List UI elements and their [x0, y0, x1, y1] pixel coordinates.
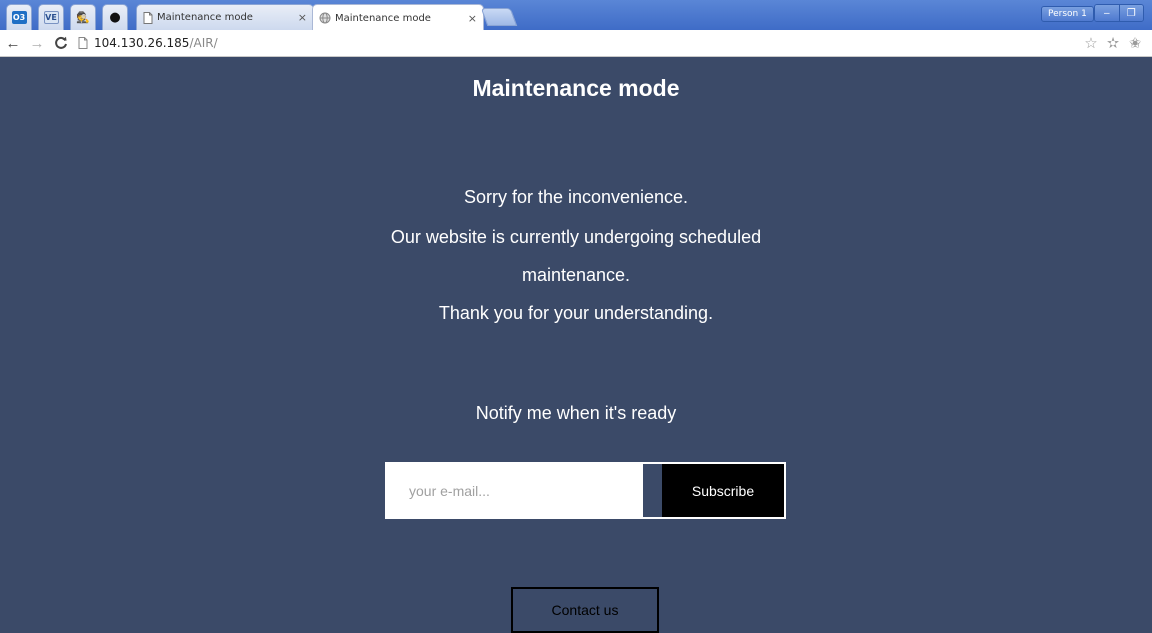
- profile-button[interactable]: Person 1: [1041, 6, 1094, 22]
- close-tab-icon[interactable]: ×: [298, 11, 307, 24]
- tab-title: Maintenance mode: [335, 12, 431, 24]
- url-host: 104.130.26.185: [94, 36, 190, 50]
- message-line: Thank you for your understanding.: [438, 303, 714, 323]
- tab-github[interactable]: ●: [102, 4, 128, 30]
- restore-icon[interactable]: ❐: [1119, 5, 1143, 21]
- message-line: Our website is currently undergoing sche…: [390, 227, 762, 247]
- extension-icon[interactable]: ✬: [1124, 34, 1146, 52]
- message-line: maintenance.: [521, 265, 631, 285]
- bookmark-star-icon[interactable]: ☆: [1080, 34, 1102, 52]
- spy-icon: 🕵: [76, 11, 90, 24]
- tab-maintenance-active[interactable]: Maintenance mode ×: [312, 4, 484, 31]
- page-icon: [143, 11, 153, 24]
- tab-spy[interactable]: 🕵: [70, 4, 96, 30]
- ve-icon: VE: [43, 11, 59, 24]
- new-tab-button[interactable]: [480, 8, 518, 26]
- close-tab-icon[interactable]: ×: [468, 12, 477, 25]
- message-line: Sorry for the inconvenience.: [463, 187, 689, 207]
- outlook-icon: O3: [11, 11, 27, 24]
- tab-title: Maintenance mode: [157, 12, 253, 23]
- browser-toolbar: ← → 104.130.26.185/AIR/ ☆ ✫ ✬: [0, 30, 1152, 57]
- window-controls: – ❐: [1094, 4, 1144, 22]
- tab-outlook[interactable]: O3: [6, 4, 32, 30]
- github-icon: ●: [109, 10, 121, 25]
- page-icon: [78, 37, 88, 49]
- url-path: /AIR/: [189, 36, 218, 50]
- tab-maintenance-1[interactable]: Maintenance mode ×: [136, 4, 314, 30]
- globe-icon: [319, 12, 331, 24]
- tab-strip: O3 VE 🕵 ● Maintenance mode × Maintenance: [0, 0, 1152, 31]
- back-arrow-icon[interactable]: ←: [2, 32, 24, 54]
- extension-icon[interactable]: ✫: [1102, 34, 1124, 52]
- minimize-icon[interactable]: –: [1095, 5, 1120, 21]
- contact-us-button[interactable]: Contact us: [511, 587, 659, 633]
- reload-icon[interactable]: [50, 32, 72, 54]
- email-field[interactable]: [387, 464, 643, 517]
- subscribe-button[interactable]: Subscribe: [662, 464, 784, 517]
- page-title: Maintenance mode: [472, 75, 680, 101]
- tab-ve[interactable]: VE: [38, 4, 64, 30]
- maintenance-page: Maintenance mode Sorry for the inconveni…: [8, 57, 1152, 633]
- notify-label: Notify me when it's ready: [475, 403, 677, 423]
- browser-chrome: O3 VE 🕵 ● Maintenance mode × Maintenance: [0, 0, 1152, 57]
- forward-arrow-icon[interactable]: →: [26, 32, 48, 54]
- subscribe-form: Subscribe: [385, 462, 786, 519]
- address-bar[interactable]: 104.130.26.185/AIR/: [78, 32, 1080, 54]
